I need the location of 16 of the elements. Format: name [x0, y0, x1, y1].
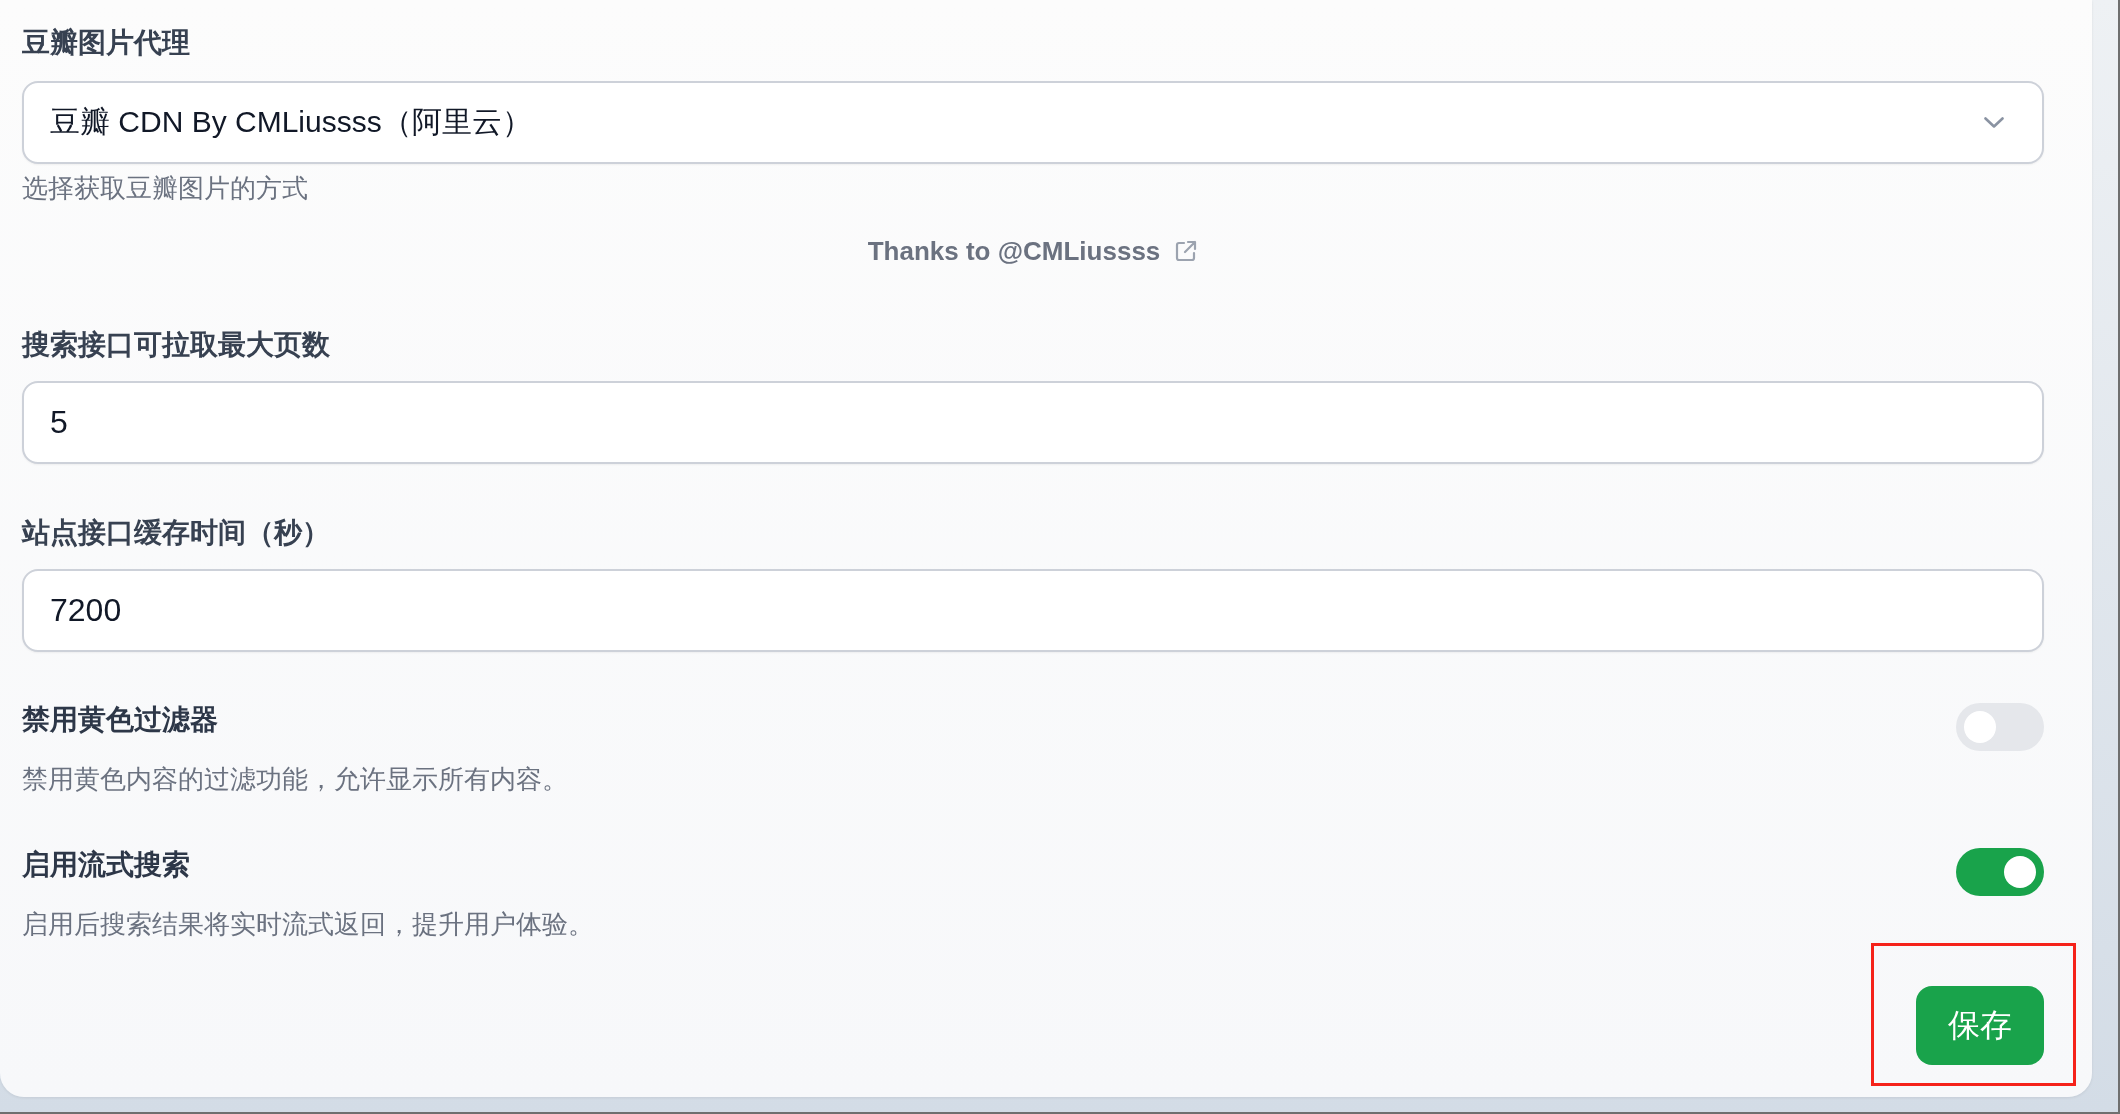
toggle-switch[interactable] — [1956, 848, 2044, 896]
input-field[interactable]: 5 — [22, 381, 2044, 464]
toggle-switch[interactable] — [1956, 703, 2044, 751]
field-label: 站点接口缓存时间（秒） — [22, 516, 330, 550]
setting-description: 启用后搜索结果将实时流式返回，提升用户体验。 — [22, 908, 594, 941]
input-field[interactable]: 7200 — [22, 569, 2044, 652]
setting-description: 禁用黄色内容的过滤功能，允许显示所有内容。 — [22, 763, 568, 796]
setting-label: 禁用黄色过滤器 — [22, 703, 218, 737]
field-label: 搜索接口可拉取最大页数 — [22, 328, 330, 362]
chevron-down-icon — [1984, 117, 2004, 128]
field-label: 豆瓣图片代理 — [22, 26, 190, 60]
field-description: 选择获取豆瓣图片的方式 — [22, 172, 308, 205]
external-link-icon — [1174, 239, 1199, 263]
setting-label: 启用流式搜索 — [22, 848, 190, 882]
credit-link[interactable]: Thanks to @CMLiussss — [867, 233, 1199, 269]
dropdown[interactable]: 豆瓣 CDN By CMLiussss（阿里云） — [22, 81, 2044, 164]
